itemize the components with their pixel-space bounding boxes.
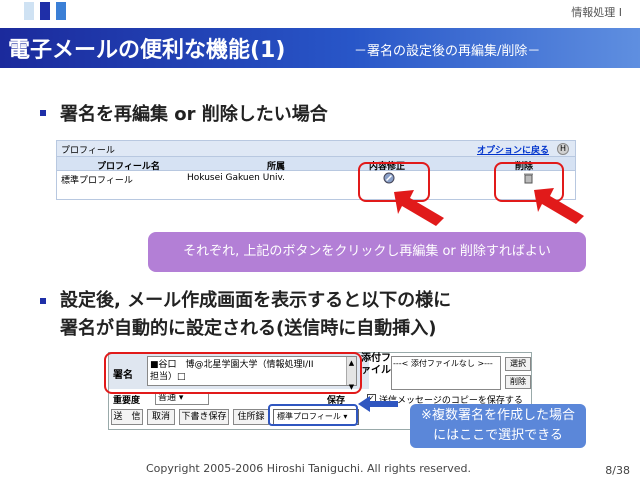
callout-line: ※複数署名を作成した場合 (421, 408, 575, 423)
delete-attach-button[interactable]: 削除 (505, 375, 531, 389)
decor-square (40, 2, 50, 20)
page-number: 8/38 (605, 464, 630, 477)
callout-explanation: それぞれ, 上記のボタンをクリックし再編集 or 削除すればよい (148, 232, 586, 272)
callout-profile-hint: ※複数署名を作成した場合 にはここで選択できる (410, 404, 586, 448)
decor-square (24, 2, 34, 20)
arrow-icon (358, 396, 398, 412)
address-book-button[interactable]: 住所録 (233, 409, 269, 425)
copyright: Copyright 2005-2006 Hiroshi Taniguchi. A… (146, 462, 472, 475)
bullet-text: 署名を再編集 or 削除したい場合 (60, 104, 328, 125)
priority-value: 普通 (158, 393, 177, 403)
arrow-icon (534, 188, 584, 224)
highlight-signature (104, 352, 362, 394)
callout-line: にはここで選択できる (433, 428, 563, 443)
bullet-marker (40, 110, 46, 116)
course-name: 情報処理 I (571, 6, 622, 19)
profile-table-header: プロフィール オプションに戻る H (57, 141, 575, 157)
save-draft-button[interactable]: 下書き保存 (179, 409, 229, 425)
cancel-button[interactable]: 取消 (147, 409, 175, 425)
profile-name: 標準プロフィール (61, 176, 133, 186)
page-subtitle: －署名の設定後の再編集/削除－ (354, 44, 541, 59)
attach-label: 添付ファイル (361, 353, 391, 376)
attach-list[interactable]: ---< 添付ファイルなし >--- (391, 356, 501, 390)
help-icon[interactable]: H (557, 143, 569, 155)
bullet-text: 署名が自動的に設定される(送信時に自動挿入) (60, 318, 437, 339)
profile-affiliation: Hokusei Gakuen Univ. (187, 173, 286, 183)
bullet-marker (40, 298, 46, 304)
priority-label: 重要度 (113, 396, 141, 406)
page-title: 電子メールの便利な機能(1) (8, 38, 286, 63)
select-button[interactable]: 選択 (505, 357, 531, 371)
profile-table-title: プロフィール (61, 146, 115, 156)
top-bar: 情報処理 I (0, 0, 640, 28)
back-to-options-link[interactable]: オプションに戻る (477, 143, 549, 156)
highlight-profile-select (268, 404, 358, 426)
arrow-icon (394, 190, 444, 226)
bullet-text: 設定後, メール作成画面を表示すると以下の様に (60, 290, 452, 311)
send-button[interactable]: 送 信 (111, 409, 143, 425)
decor-square (56, 2, 66, 20)
